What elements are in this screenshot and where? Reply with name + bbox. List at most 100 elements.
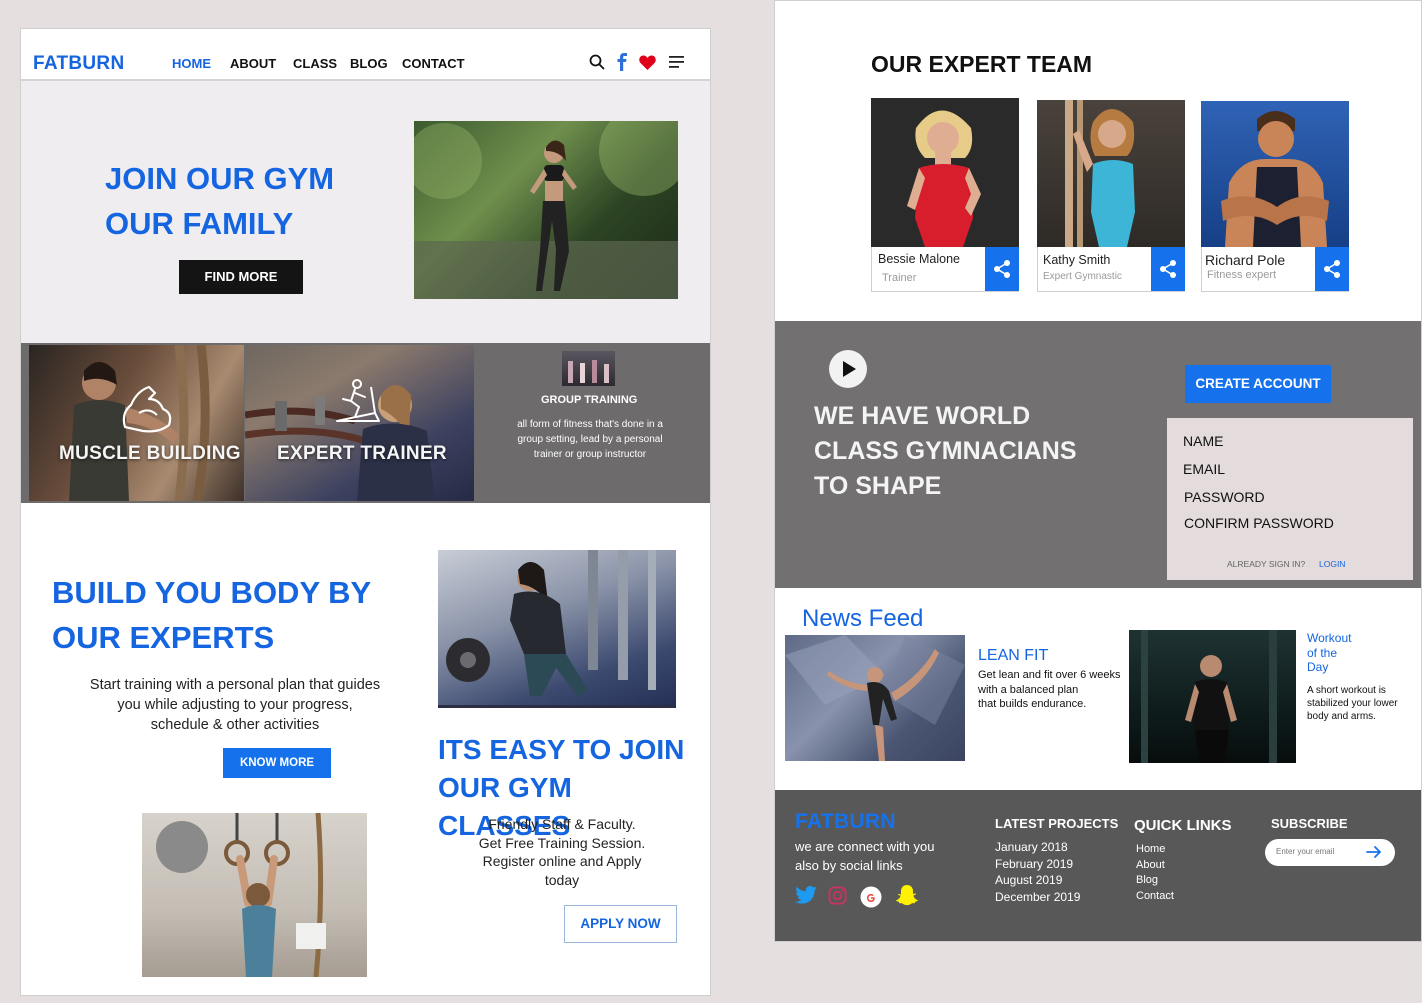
- share-icon: [994, 260, 1010, 278]
- find-more-button[interactable]: FIND MORE: [179, 260, 303, 294]
- quick-link-home[interactable]: Home: [1136, 842, 1174, 858]
- quick-link-contact[interactable]: Contact: [1136, 889, 1174, 905]
- tagline-line: we are connect with you: [795, 839, 935, 854]
- share-button[interactable]: [985, 247, 1019, 291]
- group-desc-line: all form of fitness that's done in a: [517, 419, 663, 430]
- hero-runner-photo: [414, 121, 678, 299]
- email-placeholder: Enter your email: [1276, 847, 1335, 856]
- build-heading-line2: OUR EXPERTS: [52, 620, 275, 655]
- tagline-line: also by social links: [795, 858, 903, 873]
- workout-title-line: of the: [1307, 645, 1338, 660]
- gym-woman-photo: [438, 550, 676, 708]
- join-desc-line: Get Free Training Session.: [478, 834, 646, 851]
- subscribe-email-input[interactable]: Enter your email: [1265, 839, 1395, 866]
- know-more-button[interactable]: KNOW MORE: [223, 748, 331, 778]
- join-desc-line: Friendly Staff & Faculty.: [488, 816, 636, 832]
- arrow-right-icon[interactable]: [1366, 845, 1382, 859]
- team-card[interactable]: Bessie Malone Trainer: [871, 98, 1019, 292]
- promo-heading-line: WE HAVE WORLD: [814, 402, 1031, 430]
- quick-link-blog[interactable]: Blog: [1136, 873, 1174, 889]
- promo-heading-line: TO SHAPE: [814, 472, 942, 500]
- nav-home[interactable]: HOME: [172, 56, 211, 71]
- team-card[interactable]: Kathy Smith Expert Gymnastic: [1037, 100, 1185, 292]
- expert-trainer-tile[interactable]: EXPERT TRAINER: [245, 345, 474, 501]
- member-name: Richard Pole: [1205, 252, 1286, 268]
- workout-of-day-title[interactable]: Workout of the Day: [1307, 631, 1351, 675]
- google-icon[interactable]: [860, 886, 882, 908]
- group-training-title: GROUP TRAINING: [541, 394, 638, 406]
- yoga-pose-illustration: [785, 635, 965, 761]
- project-link[interactable]: August 2019: [995, 872, 1080, 889]
- muscle-building-tile[interactable]: MUSCLE BUILDING: [29, 345, 244, 501]
- join-desc-line: Register online and Apply: [482, 853, 642, 869]
- confirm-password-field[interactable]: CONFIRM PASSWORD: [1184, 515, 1334, 531]
- team-title: OUR EXPERT TEAM: [871, 51, 1093, 77]
- instagram-icon[interactable]: [828, 886, 847, 905]
- play-icon[interactable]: [828, 349, 868, 389]
- footer-tagline: we are connect with you also by social l…: [795, 837, 934, 875]
- apply-now-button[interactable]: APPLY NOW: [564, 905, 677, 943]
- treadmill-icon: [336, 379, 380, 422]
- promo-section: WE HAVE WORLD CLASS GYMNACIANS TO SHAPE …: [775, 321, 1421, 588]
- menu-icon[interactable]: [669, 56, 685, 69]
- search-icon[interactable]: [589, 54, 605, 70]
- join-description: Friendly Staff & Faculty. Get Free Train…: [461, 815, 663, 889]
- member-photo: [1037, 100, 1185, 247]
- group-training-desc: all form of fitness that's done in a gro…: [495, 417, 685, 462]
- team-card[interactable]: Richard Pole Fitness expert: [1201, 101, 1349, 292]
- landing-page-mockup: FATBURN HOME ABOUT CLASS BLOG CONTACT JO…: [20, 28, 711, 996]
- hero-heading-line2: OUR FAMILY: [105, 206, 294, 241]
- member-photo-kathy: [1065, 100, 1135, 247]
- project-link[interactable]: February 2019: [995, 856, 1080, 873]
- share-button[interactable]: [1151, 247, 1185, 291]
- workout-title-line: Day: [1307, 660, 1329, 674]
- workout-of-day-photo: [1129, 630, 1296, 763]
- promo-heading: WE HAVE WORLD CLASS GYMNACIANS TO SHAPE: [814, 399, 1077, 504]
- build-description: Start training with a personal plan that…: [61, 675, 409, 735]
- name-field[interactable]: NAME: [1183, 433, 1223, 449]
- password-field[interactable]: PASSWORD: [1184, 489, 1265, 505]
- email-field[interactable]: EMAIL: [1183, 461, 1225, 477]
- latest-projects-list: January 2018 February 2019 August 2019 D…: [995, 839, 1080, 905]
- lean-fit-line: Get lean and fit over 6 weeks: [978, 669, 1121, 681]
- login-link[interactable]: LOGIN: [1319, 559, 1345, 569]
- nav-contact[interactable]: CONTACT: [402, 56, 465, 71]
- project-link[interactable]: December 2019: [995, 889, 1080, 906]
- share-icon: [1160, 260, 1176, 278]
- footer: FATBURN we are connect with you also by …: [775, 790, 1421, 941]
- quick-link-about[interactable]: About: [1136, 858, 1174, 874]
- runner-forest-illustration: [1141, 630, 1277, 763]
- member-info: Richard Pole Fitness expert: [1201, 247, 1349, 292]
- snapchat-icon[interactable]: [894, 883, 920, 909]
- heart-icon[interactable]: [639, 55, 656, 70]
- join-heading-line1: ITS EASY TO JOIN: [438, 734, 685, 765]
- news-feed-title: News Feed: [802, 605, 924, 632]
- join-desc-line: today: [544, 871, 580, 888]
- nav-class[interactable]: CLASS: [293, 56, 337, 71]
- nav-about[interactable]: ABOUT: [230, 56, 276, 71]
- muscle-arm-icon: [122, 385, 172, 433]
- workout-desc-line: stabilized your lower: [1307, 698, 1398, 709]
- facebook-icon[interactable]: [616, 53, 628, 71]
- workout-desc-line: A short workout is: [1307, 685, 1386, 696]
- build-heading-line1: BUILD YOU BODY BY: [52, 575, 372, 610]
- workout-desc-line: body and arms.: [1307, 711, 1376, 722]
- share-icon: [1324, 260, 1340, 278]
- lean-fit-line: that builds endurance.: [978, 698, 1087, 710]
- build-desc-line: you while adjusting to your progress,: [117, 697, 353, 713]
- member-role: Trainer: [882, 272, 917, 284]
- workout-of-day-desc: A short workout is stabilized your lower…: [1307, 684, 1398, 723]
- member-name: Bessie Malone: [878, 252, 960, 266]
- navbar: FATBURN HOME ABOUT CLASS BLOG CONTACT: [21, 29, 710, 81]
- footer-logo[interactable]: FATBURN: [795, 810, 896, 834]
- quick-links-title: QUICK LINKS: [1134, 817, 1232, 834]
- logo[interactable]: FATBURN: [33, 53, 124, 75]
- create-account-button[interactable]: CREATE ACCOUNT: [1185, 365, 1331, 403]
- nav-blog[interactable]: BLOG: [350, 56, 388, 71]
- project-link[interactable]: January 2018: [995, 839, 1080, 856]
- member-photo: [1201, 101, 1349, 247]
- muscle-building-label: MUSCLE BUILDING: [59, 443, 241, 464]
- lean-fit-title[interactable]: LEAN FIT: [978, 647, 1048, 665]
- twitter-icon[interactable]: [795, 886, 817, 904]
- share-button[interactable]: [1315, 247, 1349, 291]
